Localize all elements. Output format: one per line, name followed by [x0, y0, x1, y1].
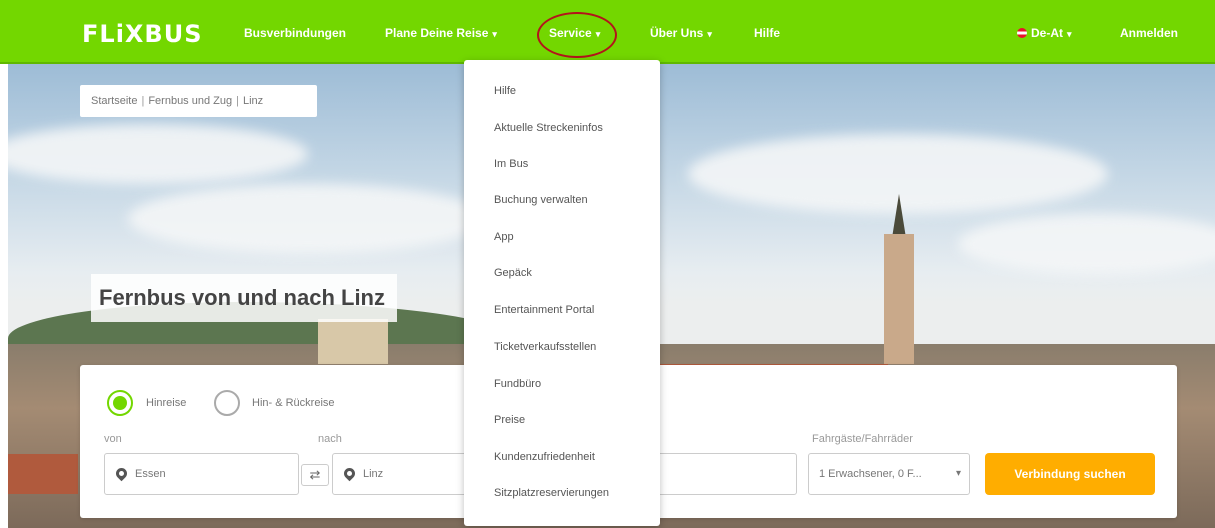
breadcrumb-linz: Linz	[242, 95, 264, 107]
nav-ueber-uns-label: Über Uns	[650, 26, 704, 40]
radio-hinreise[interactable]	[107, 390, 133, 416]
passengers-select[interactable]: 1 Erwachsener, 0 F... ▾	[808, 453, 970, 495]
breadcrumb-separator: |	[141, 95, 145, 107]
menu-item-entertainment-portal[interactable]: Entertainment Portal	[494, 304, 594, 316]
austria-flag-icon	[1017, 28, 1027, 38]
flixbus-logo[interactable]: FLiXBUS	[82, 20, 202, 48]
chevron-down-icon: ▾	[1067, 29, 1072, 39]
cloud	[128, 184, 488, 254]
to-label: nach	[318, 433, 342, 445]
menu-item-fundbuero[interactable]: Fundbüro	[494, 378, 541, 390]
cathedral	[318, 319, 388, 364]
radio-hinreise-label[interactable]: Hinreise	[146, 397, 186, 409]
menu-item-im-bus[interactable]: Im Bus	[494, 158, 528, 170]
menu-item-preise[interactable]: Preise	[494, 414, 525, 426]
cloud	[8, 124, 308, 184]
breadcrumb-separator: |	[236, 95, 239, 107]
menu-item-aktuelle-streckeninfos[interactable]: Aktuelle Streckeninfos	[494, 122, 603, 134]
search-button[interactable]: Verbindung suchen	[985, 453, 1155, 495]
menu-item-hilfe[interactable]: Hilfe	[494, 85, 516, 97]
nav-busverbindungen[interactable]: Busverbindungen	[244, 26, 346, 40]
breadcrumb: Startseite | Fernbus und Zug | Linz	[80, 85, 317, 117]
location-pin-icon	[113, 465, 130, 482]
language-label: De-At	[1031, 26, 1063, 40]
login-link[interactable]: Anmelden	[1120, 26, 1178, 40]
nav-hilfe-label: Hilfe	[754, 26, 781, 40]
chevron-down-icon: ▾	[707, 29, 712, 39]
swap-icon: ⇄	[309, 467, 321, 482]
nav-busverbindungen-label: Busverbindungen	[244, 26, 347, 40]
menu-item-buchung-verwalten[interactable]: Buchung verwalten	[494, 194, 588, 206]
nav-hilfe[interactable]: Hilfe	[754, 26, 780, 40]
menu-item-ticketverkaufsstellen[interactable]: Ticketverkaufsstellen	[494, 341, 596, 353]
language-selector[interactable]: De-At ▾	[1017, 26, 1072, 40]
radio-hin-rueckreise-label[interactable]: Hin- & Rückreise	[252, 397, 335, 409]
passengers-label: Fahrgäste/Fahrräder	[812, 433, 913, 445]
swap-button[interactable]: ⇄	[301, 464, 329, 486]
from-value: Essen	[135, 468, 166, 480]
breadcrumb-startseite[interactable]: Startseite	[91, 95, 137, 107]
chevron-down-icon: ▾	[955, 468, 961, 479]
top-navigation-bar: FLiXBUS Busverbindungen Plane Deine Reis…	[0, 0, 1215, 64]
menu-item-app[interactable]: App	[494, 231, 514, 243]
radio-hin-rueckreise[interactable]	[214, 390, 240, 416]
menu-item-sitzplatzreservierungen[interactable]: Sitzplatzreservierungen	[494, 487, 609, 499]
menu-item-kundenzufriedenheit[interactable]: Kundenzufriedenheit	[494, 451, 595, 463]
nav-plane-deine-reise-label: Plane Deine Reise	[385, 26, 489, 40]
nav-plane-deine-reise[interactable]: Plane Deine Reise ▾	[385, 26, 497, 40]
roof	[8, 454, 78, 494]
breadcrumb-fernbus-und-zug[interactable]: Fernbus und Zug	[148, 95, 232, 107]
from-label: von	[104, 433, 122, 445]
passengers-value: 1 Erwachsener, 0 F...	[819, 468, 922, 480]
nav-ueber-uns[interactable]: Über Uns ▾	[650, 26, 712, 40]
menu-item-gepaeck[interactable]: Gepäck	[494, 267, 532, 279]
cloud	[958, 214, 1215, 274]
service-highlight-circle	[537, 12, 617, 58]
service-dropdown-menu: Hilfe Aktuelle Streckeninfos Im Bus Buch…	[464, 60, 660, 526]
from-field[interactable]: Essen	[104, 453, 299, 495]
chevron-down-icon: ▾	[492, 29, 497, 39]
to-value: Linz	[363, 468, 384, 480]
location-pin-icon	[341, 465, 358, 482]
church-tower	[884, 234, 914, 364]
page-title: Fernbus von und nach Linz	[91, 274, 397, 322]
